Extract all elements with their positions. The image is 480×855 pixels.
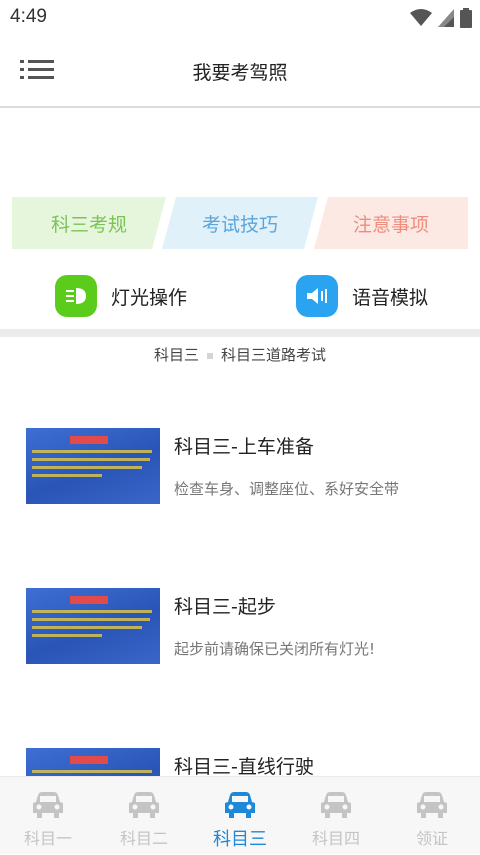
bottom-nav: 科目一 科目二 科目三 科目四 领证 [0,776,480,854]
headlight-icon [55,275,97,317]
car-icon [33,792,63,818]
breadcrumb: 科目三 科目三道路考试 [0,344,480,365]
feature-light-operation[interactable]: 灯光操作 [55,274,187,318]
status-time: 4:49 [10,6,47,27]
lesson-title: 科目三-直线行驶 [174,756,314,776]
lesson-title: 科目三-上车准备 [174,436,314,458]
feature-voice-simulation[interactable]: 语音模拟 [296,274,428,318]
tab-label: 科三考规 [50,213,127,236]
tab-label: 考试技巧 [201,213,278,236]
nav-subject-four[interactable]: 科目四 [288,777,384,855]
feature-label: 灯光操作 [111,286,188,309]
page-title: 我要考驾照 [192,62,288,84]
wifi-icon [410,9,432,26]
list-item[interactable]: 科目三-上车准备 检查车身、调整座位、系好安全带 [0,370,480,520]
nav-subject-three[interactable]: 科目三 [192,777,288,855]
car-icon [417,792,447,818]
nav-label: 科目四 [311,829,360,848]
nav-label: 科目一 [23,829,72,848]
car-icon [129,792,159,818]
lesson-thumbnail [26,428,160,504]
tab-exam-tips[interactable]: 考试技巧 [162,197,318,249]
speaker-icon [296,275,338,317]
info-tabs: 科三考规 考试技巧 注意事项 [0,197,480,249]
nav-license[interactable]: 领证 [384,777,480,855]
app-bar: 我要考驾照 [0,34,480,108]
car-icon [225,792,255,818]
list-item[interactable]: 科目三-直线行驶 [0,690,480,776]
nav-label: 科目三 [213,829,267,850]
lesson-thumbnail [26,588,160,664]
lesson-subtitle: 起步前请确保已关闭所有灯光! [174,640,376,658]
tab-label: 注意事项 [352,213,429,236]
tab-notes[interactable]: 注意事项 [314,197,468,249]
feature-label: 语音模拟 [352,286,429,309]
status-icons [410,8,472,28]
section-divider [0,329,480,337]
list-item[interactable]: 科目三-起步 起步前请确保已关闭所有灯光! [0,530,480,680]
breadcrumb-separator [207,352,213,359]
nav-subject-two[interactable]: 科目二 [96,777,192,855]
signal-icon [438,9,454,27]
status-bar: 4:49 [0,0,480,34]
lesson-subtitle: 检查车身、调整座位、系好安全带 [174,480,400,498]
nav-subject-one[interactable]: 科目一 [0,777,96,855]
lesson-thumbnail [26,748,160,776]
breadcrumb-category: 科目三道路考试 [221,346,327,364]
tab-exam-rules[interactable]: 科三考规 [12,197,166,249]
lesson-title: 科目三-起步 [174,596,276,618]
battery-icon [460,8,472,28]
nav-label: 领证 [415,829,448,848]
breadcrumb-subject: 科目三 [153,346,199,364]
car-icon [321,792,351,818]
nav-label: 科目二 [119,829,168,848]
lesson-list: 科目三-上车准备 检查车身、调整座位、系好安全带 科目三-起步 起步前请确保已关… [0,370,480,776]
